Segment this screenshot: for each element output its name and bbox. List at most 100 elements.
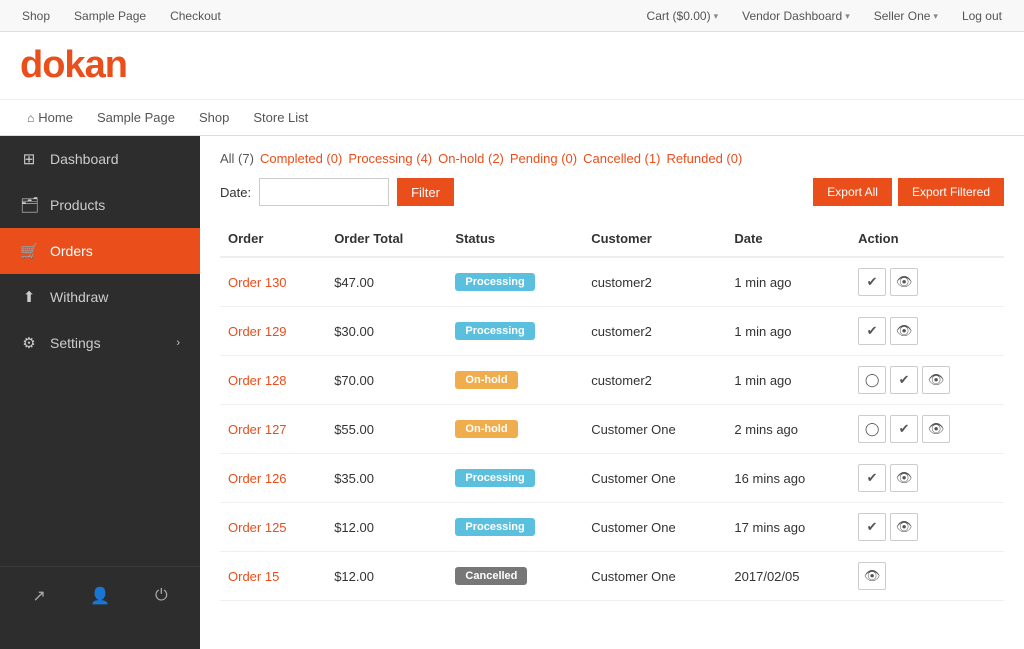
orders-icon: 🛒	[20, 242, 38, 260]
nav-vendor-dashboard[interactable]: Vendor Dashboard ▾	[730, 0, 862, 32]
order-link[interactable]: Order 127	[228, 422, 287, 437]
main-layout: ⊞ Dashboard 🗂 Products 🛒 Orders ⬆ Withdr…	[0, 136, 1024, 649]
filter-all[interactable]: All (7)	[220, 151, 254, 166]
filter-cancelled[interactable]: Cancelled (1)	[583, 151, 660, 166]
order-total: $70.00	[326, 356, 447, 405]
view-action-button[interactable]: 👁	[922, 366, 950, 394]
check-action-button[interactable]: ✔	[858, 464, 886, 492]
table-row: Order 127$55.00On-holdCustomer One2 mins…	[220, 405, 1004, 454]
export-buttons: Export All Export Filtered	[813, 178, 1004, 206]
top-nav-right: Cart ($0.00) ▾ Vendor Dashboard ▾ Seller…	[635, 0, 1014, 32]
order-link[interactable]: Order 129	[228, 324, 287, 339]
check-action-button[interactable]: ✔	[858, 513, 886, 541]
date-input[interactable]	[259, 178, 389, 206]
nav-seller-one[interactable]: Seller One ▾	[862, 0, 950, 32]
order-link[interactable]: Order 128	[228, 373, 287, 388]
customer-name: customer2	[583, 257, 726, 307]
sidebar-item-settings[interactable]: ⚙ Settings ›	[0, 320, 200, 366]
view-action-button[interactable]: 👁	[890, 268, 918, 296]
nav-sample-page[interactable]: Sample Page	[62, 0, 158, 32]
nav-shop-2[interactable]: Shop	[187, 110, 241, 125]
settings-arrow-icon: ›	[176, 337, 180, 349]
order-date: 1 min ago	[726, 307, 850, 356]
status-badge: Processing	[455, 273, 534, 291]
table-row: Order 130$47.00Processingcustomer21 min …	[220, 257, 1004, 307]
order-link[interactable]: Order 15	[228, 569, 279, 584]
action-buttons: ◯✔👁	[858, 366, 996, 394]
col-action: Action	[850, 221, 1004, 257]
action-buttons: ✔👁	[858, 513, 996, 541]
view-action-button[interactable]: 👁	[858, 562, 886, 590]
check-action-button[interactable]: ✔	[858, 317, 886, 345]
nav-store-list[interactable]: Store List	[241, 110, 320, 125]
view-action-button[interactable]: 👁	[890, 317, 918, 345]
filter-refunded[interactable]: Refunded (0)	[666, 151, 742, 166]
order-link[interactable]: Order 130	[228, 275, 287, 290]
external-link-icon[interactable]: ↗	[22, 581, 55, 611]
nav-logout[interactable]: Log out	[950, 0, 1014, 32]
sidebar-products-label: Products	[50, 197, 105, 213]
orders-content: All (7) Completed (0) Processing (4) On-…	[200, 136, 1024, 649]
sidebar-item-products[interactable]: 🗂 Products	[0, 182, 200, 228]
nav-home[interactable]: ⌂ Home	[15, 110, 85, 125]
check-action-button[interactable]: ✔	[858, 268, 886, 296]
nav-shop[interactable]: Shop	[10, 0, 62, 32]
check-action-button[interactable]: ✔	[890, 366, 918, 394]
filter-completed[interactable]: Completed (0)	[260, 151, 342, 166]
check-action-button[interactable]: ✔	[890, 415, 918, 443]
nav-cart[interactable]: Cart ($0.00) ▾	[635, 0, 731, 32]
view-action-button[interactable]: 👁	[890, 513, 918, 541]
logo-bar: dokan	[0, 32, 1024, 100]
user-icon[interactable]: 👤	[80, 581, 120, 611]
filter-onhold[interactable]: On-hold (2)	[438, 151, 504, 166]
sidebar-item-orders[interactable]: 🛒 Orders	[0, 228, 200, 274]
filter-button[interactable]: Filter	[397, 178, 454, 206]
nav-sample-page-2[interactable]: Sample Page	[85, 110, 187, 125]
status-badge: Processing	[455, 469, 534, 487]
status-badge: Processing	[455, 518, 534, 536]
view-action-button[interactable]: 👁	[890, 464, 918, 492]
logo-red: d	[20, 44, 42, 86]
table-row: Order 129$30.00Processingcustomer21 min …	[220, 307, 1004, 356]
col-order-total: Order Total	[326, 221, 447, 257]
circle-action-button[interactable]: ◯	[858, 415, 886, 443]
withdraw-icon: ⬆	[20, 288, 38, 306]
filter-tabs: All (7) Completed (0) Processing (4) On-…	[220, 151, 1004, 166]
col-order: Order	[220, 221, 326, 257]
nav-checkout[interactable]: Checkout	[158, 0, 233, 32]
status-badge: On-hold	[455, 371, 517, 389]
date-label: Date:	[220, 185, 251, 200]
col-customer: Customer	[583, 221, 726, 257]
status-badge: On-hold	[455, 420, 517, 438]
sidebar: ⊞ Dashboard 🗂 Products 🛒 Orders ⬆ Withdr…	[0, 136, 200, 649]
view-action-button[interactable]: 👁	[922, 415, 950, 443]
filter-processing[interactable]: Processing (4)	[348, 151, 432, 166]
order-date: 1 min ago	[726, 356, 850, 405]
top-nav-left: Shop Sample Page Checkout	[10, 0, 233, 32]
status-badge: Processing	[455, 322, 534, 340]
export-filtered-button[interactable]: Export Filtered	[898, 178, 1004, 206]
orders-table: Order Order Total Status Customer Date A…	[220, 221, 1004, 601]
top-navbar: Shop Sample Page Checkout Cart ($0.00) ▾…	[0, 0, 1024, 32]
power-icon[interactable]: ⏻	[145, 582, 178, 610]
sidebar-item-dashboard[interactable]: ⊞ Dashboard	[0, 136, 200, 182]
table-row: Order 125$12.00ProcessingCustomer One17 …	[220, 503, 1004, 552]
order-total: $12.00	[326, 503, 447, 552]
action-buttons: ✔👁	[858, 268, 996, 296]
settings-icon: ⚙	[20, 334, 38, 352]
order-link[interactable]: Order 126	[228, 471, 287, 486]
products-icon: 🗂	[20, 196, 38, 214]
order-total: $12.00	[326, 552, 447, 601]
circle-action-button[interactable]: ◯	[858, 366, 886, 394]
col-status: Status	[447, 221, 583, 257]
customer-name: Customer One	[583, 405, 726, 454]
customer-name: customer2	[583, 356, 726, 405]
order-date: 1 min ago	[726, 257, 850, 307]
table-row: Order 15$12.00CancelledCustomer One2017/…	[220, 552, 1004, 601]
order-link[interactable]: Order 125	[228, 520, 287, 535]
order-total: $30.00	[326, 307, 447, 356]
filter-pending[interactable]: Pending (0)	[510, 151, 577, 166]
export-all-button[interactable]: Export All	[813, 178, 892, 206]
sidebar-item-withdraw[interactable]: ⬆ Withdraw	[0, 274, 200, 320]
action-buttons: ✔👁	[858, 464, 996, 492]
